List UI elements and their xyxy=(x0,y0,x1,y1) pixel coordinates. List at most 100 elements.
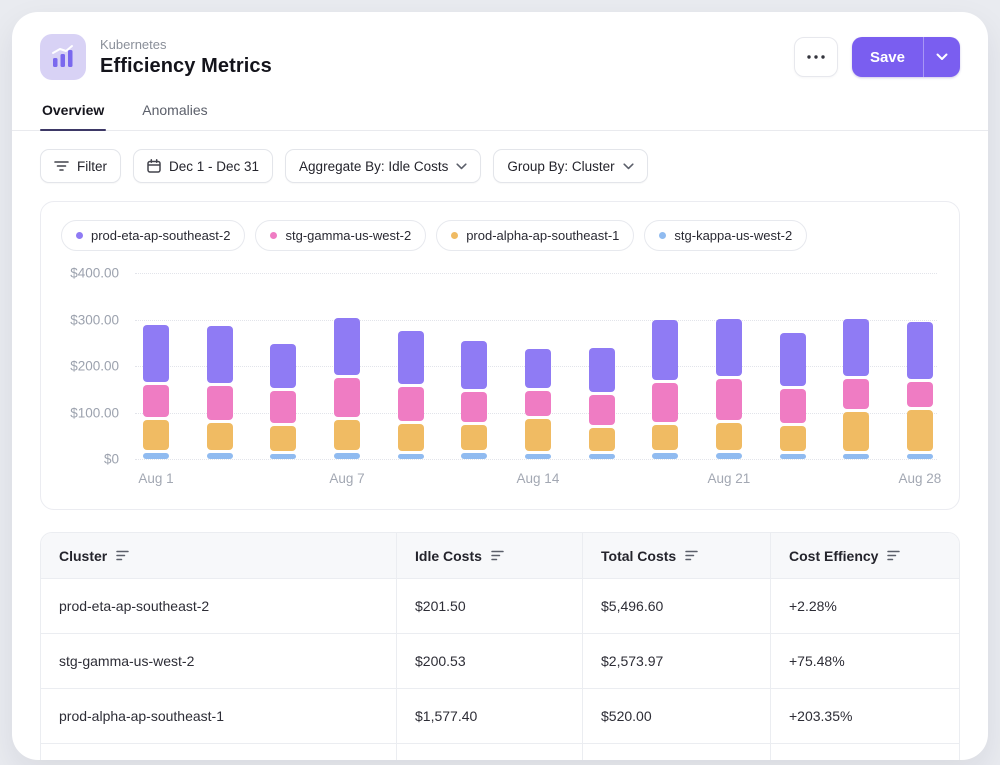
legend-label: stg-kappa-us-west-2 xyxy=(674,228,792,243)
column-header-label: Cluster xyxy=(59,548,107,564)
bar-segment xyxy=(143,385,169,417)
table-row-partial xyxy=(583,744,771,760)
filter-button[interactable]: Filter xyxy=(40,149,121,183)
bar-segment xyxy=(334,318,360,375)
table-cell-total-costs: $2,573.97 xyxy=(583,634,771,689)
bar-slot xyxy=(843,273,869,459)
table-cell-total-costs: $5,496.60 xyxy=(583,579,771,634)
sort-icon xyxy=(116,550,129,561)
aggregate-by-dropdown[interactable]: Aggregate By: Idle Costs xyxy=(285,149,481,183)
table-cell-idle-costs: $1,577.40 xyxy=(397,689,583,744)
bar-slot xyxy=(780,273,806,459)
legend-item-stg-gamma[interactable]: stg-gamma-us-west-2 xyxy=(255,220,426,251)
stacked-bar[interactable] xyxy=(207,326,233,459)
x-axis-label: Aug 1 xyxy=(138,471,173,486)
legend-dot xyxy=(270,232,277,239)
table-cell-cost-efficiency: +2.28% xyxy=(771,579,959,634)
stacked-bar[interactable] xyxy=(589,348,615,459)
legend-dot xyxy=(451,232,458,239)
y-axis-label: $200.00 xyxy=(70,359,119,374)
chevron-down-icon xyxy=(456,163,467,170)
aggregate-by-label: Aggregate By: Idle Costs xyxy=(299,159,448,174)
date-range-button[interactable]: Dec 1 - Dec 31 xyxy=(133,149,273,183)
legend-item-prod-eta[interactable]: prod-eta-ap-southeast-2 xyxy=(61,220,245,251)
gridline xyxy=(135,459,937,460)
table-row-partial xyxy=(397,744,583,760)
bar-segment xyxy=(652,320,678,380)
bar-segment xyxy=(843,319,869,376)
stacked-bar[interactable] xyxy=(652,320,678,459)
y-axis: $400.00 $300.00 $200.00 $100.00 $0 xyxy=(63,273,135,459)
bar-slot: Aug 21 xyxy=(716,273,742,459)
table-cell-cluster[interactable]: prod-alpha-ap-southeast-1 xyxy=(41,689,397,744)
bar-segment xyxy=(461,425,487,450)
y-axis-label: $400.00 xyxy=(70,266,119,281)
bar-segment xyxy=(716,423,742,450)
table-cell-total-costs: $520.00 xyxy=(583,689,771,744)
y-axis-label: $100.00 xyxy=(70,405,119,420)
table-cell-cluster[interactable]: stg-gamma-us-west-2 xyxy=(41,634,397,689)
bar-segment xyxy=(270,344,296,388)
bar-segment xyxy=(143,453,169,459)
legend-item-prod-alpha[interactable]: prod-alpha-ap-southeast-1 xyxy=(436,220,634,251)
sort-icon xyxy=(491,550,504,561)
legend-dot xyxy=(76,232,83,239)
app-subtitle: Kubernetes xyxy=(100,37,272,52)
tab-overview[interactable]: Overview xyxy=(40,94,106,130)
legend-label: prod-alpha-ap-southeast-1 xyxy=(466,228,619,243)
bar-segment xyxy=(589,348,615,392)
title-block: Kubernetes Efficiency Metrics xyxy=(100,37,272,78)
legend-label: stg-gamma-us-west-2 xyxy=(285,228,411,243)
stacked-bar[interactable] xyxy=(525,349,551,459)
bar-segment xyxy=(589,428,615,451)
stacked-bar[interactable] xyxy=(461,341,487,459)
date-range-label: Dec 1 - Dec 31 xyxy=(169,159,259,174)
bar-segment xyxy=(461,392,487,422)
stacked-bar[interactable] xyxy=(716,319,742,459)
bar-segment xyxy=(207,423,233,450)
bar-segment xyxy=(334,420,360,450)
group-by-label: Group By: Cluster xyxy=(507,159,614,174)
column-header-cluster[interactable]: Cluster xyxy=(41,533,397,579)
bar-slot xyxy=(270,273,296,459)
table-cell-cluster[interactable]: prod-eta-ap-southeast-2 xyxy=(41,579,397,634)
legend-dot xyxy=(659,232,666,239)
bar-segment xyxy=(716,319,742,376)
bar-segment xyxy=(207,453,233,459)
bar-segment xyxy=(334,453,360,459)
bar-segment xyxy=(398,331,424,384)
chart-card: prod-eta-ap-southeast-2 stg-gamma-us-wes… xyxy=(40,201,960,510)
more-options-button[interactable] xyxy=(794,37,838,77)
stacked-bar[interactable] xyxy=(270,344,296,459)
bar-segment xyxy=(907,322,933,379)
stacked-bar[interactable] xyxy=(334,318,360,459)
save-button[interactable]: Save xyxy=(852,37,923,77)
bar-slot xyxy=(398,273,424,459)
tab-anomalies[interactable]: Anomalies xyxy=(140,94,209,130)
metrics-table: Cluster Idle Costs Total Costs xyxy=(40,532,960,760)
legend-item-stg-kappa[interactable]: stg-kappa-us-west-2 xyxy=(644,220,807,251)
column-header-total-costs[interactable]: Total Costs xyxy=(583,533,771,579)
x-axis-label: Aug 28 xyxy=(898,471,941,486)
stacked-bar[interactable] xyxy=(780,333,806,459)
stacked-bar[interactable] xyxy=(398,331,424,459)
bar-segment xyxy=(652,425,678,450)
main-card: Kubernetes Efficiency Metrics Save Overv… xyxy=(12,12,988,760)
header: Kubernetes Efficiency Metrics Save xyxy=(12,12,988,80)
filter-button-label: Filter xyxy=(77,159,107,174)
column-header-cost-efficiency[interactable]: Cost Effiency xyxy=(771,533,959,579)
chevron-down-icon xyxy=(623,163,634,170)
bar-slot: Aug 7 xyxy=(334,273,360,459)
bar-slot xyxy=(461,273,487,459)
stacked-bar[interactable] xyxy=(907,322,933,459)
stacked-bar[interactable] xyxy=(843,319,869,459)
bar-segment xyxy=(207,386,233,420)
stacked-bar[interactable] xyxy=(143,325,169,459)
chart-plot-area: Aug 1Aug 7Aug 14Aug 21Aug 28 xyxy=(135,273,937,459)
bar-segment xyxy=(652,383,678,422)
column-header-idle-costs[interactable]: Idle Costs xyxy=(397,533,583,579)
bar-segment xyxy=(461,341,487,389)
bar-segment xyxy=(143,420,169,450)
save-dropdown-button[interactable] xyxy=(924,37,960,77)
group-by-dropdown[interactable]: Group By: Cluster xyxy=(493,149,647,183)
